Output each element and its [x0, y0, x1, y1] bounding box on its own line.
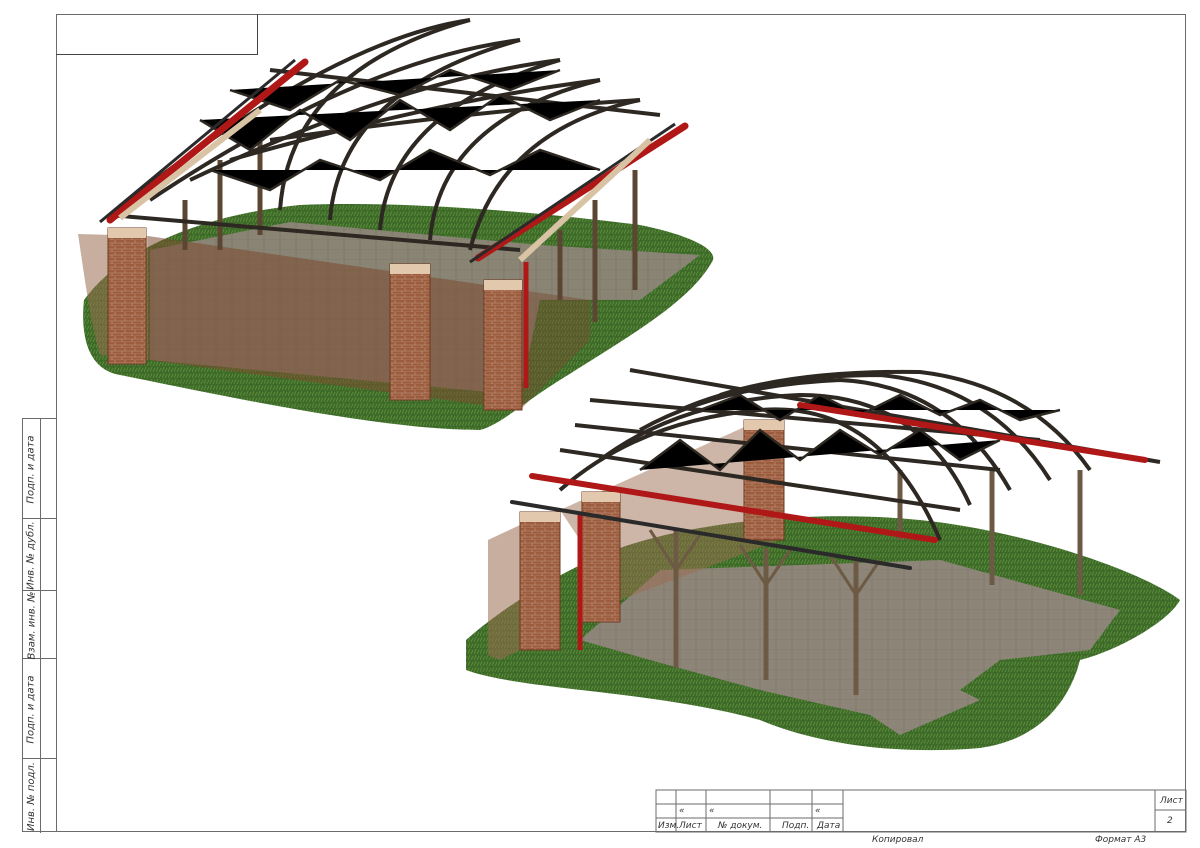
side-cell-2: Инв. № дубл. — [23, 519, 57, 591]
tb-format: Формат А3 — [1095, 835, 1147, 845]
tb-col-list: Лист — [679, 821, 702, 831]
side-cell-1: Подп. и дата — [23, 419, 57, 519]
side-label-2: Инв. № дубл. — [26, 520, 38, 590]
tb-col-doc: № докум. — [718, 821, 763, 831]
side-cell-5: Инв. № подл. — [23, 759, 57, 833]
tb-mark-3: « — [815, 806, 821, 816]
tb-mark-1: « — [679, 806, 685, 816]
side-label-5: Инв. № подл. — [26, 761, 37, 831]
side-cell-4: Подп. и дата — [23, 659, 57, 759]
tb-sheet-number: 2 — [1167, 816, 1173, 826]
tb-copied: Копировал — [872, 835, 924, 845]
side-stamp: Подп. и дата Инв. № дубл. Взам. инв. № П… — [22, 418, 57, 833]
tb-col-sign: Подп. — [782, 821, 810, 831]
sheet-frame — [56, 14, 1186, 832]
drawing-sheet: Подп. и дата Инв. № дубл. Взам. инв. № П… — [0, 0, 1200, 848]
corner-stamp-box — [56, 14, 258, 55]
side-label-4: Подп. и дата — [26, 674, 37, 744]
tb-col-izm: Изм. — [658, 821, 680, 831]
tb-mark-2: « — [709, 806, 715, 816]
side-label-3: Взам. инв. № — [26, 591, 37, 659]
side-label-1: Подп. и дата — [26, 434, 37, 504]
tb-sheet-label: Лист — [1160, 796, 1183, 806]
tb-col-date: Дата — [817, 821, 841, 831]
side-cell-3: Взам. инв. № — [23, 591, 57, 659]
